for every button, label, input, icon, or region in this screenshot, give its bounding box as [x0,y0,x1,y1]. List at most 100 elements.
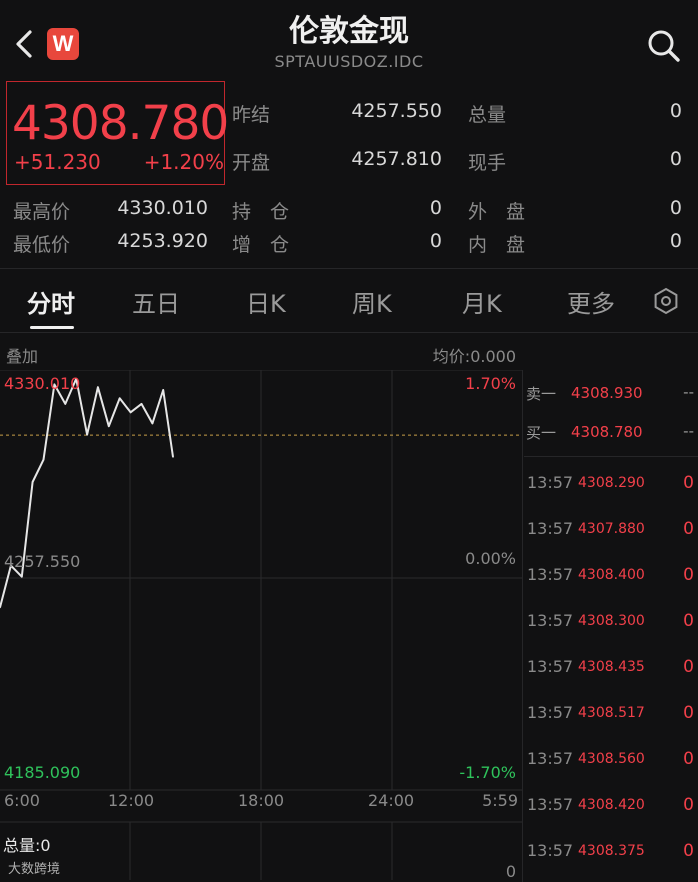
stat-label-outer-disk: 外 盘 [468,201,526,223]
trade-price: 4307.880 [578,521,645,537]
tab-monthly-k[interactable]: 月K [462,284,502,319]
x-axis-label: 12:00 [108,791,155,810]
page-title: 伦敦金现 [289,14,409,49]
y-axis-low-label: 4185.090 [4,763,81,782]
trade-volume: 0 [683,519,694,539]
stat-value-open: 4257.810 [351,148,442,170]
trade-row: 13:57 4308.435 0 [524,657,698,685]
settings-icon[interactable] [652,287,680,315]
trade-time: 13:57 [527,795,574,814]
price-point [129,411,132,414]
price-point [97,386,99,388]
y-axis-mid-label: 4257.550 [4,552,81,571]
stat-value-current-hand: 0 [669,148,682,170]
trade-price: 4308.517 [578,705,645,721]
stat-label-high: 最高价 [13,201,71,223]
stat-label-prev-settle: 昨结 [232,104,271,126]
price-change-pct: +1.20% [143,150,224,174]
stat-label-position-change: 增 仓 [232,234,290,256]
pct-high-label: 1.70% [465,374,516,393]
instrument-code: SPTAUUSDOZ.IDC [274,52,424,71]
trade-price: 4308.560 [578,751,645,767]
volume-axis-zero: 0 [505,862,516,881]
trade-time: 13:57 [527,519,574,538]
trade-time: 13:57 [527,611,574,630]
tab-daily-k[interactable]: 日K [246,284,286,319]
stat-value-high: 4330.010 [117,197,208,219]
stat-label-inner-disk: 内 盘 [468,234,526,256]
divider [0,268,698,269]
stat-label-low: 最低价 [13,234,71,256]
stat-value-prev-settle: 4257.550 [351,100,442,122]
trade-time: 13:57 [527,657,574,676]
stat-value-open-interest: 0 [429,197,442,219]
trade-row: 13:57 4308.560 0 [524,749,698,777]
bid-one-label: 买一 [526,424,557,442]
price-point [172,456,174,458]
avg-price-label: 均价:0.000 [432,347,516,366]
trade-price: 4308.290 [578,475,645,491]
trade-volume: 0 [683,795,694,815]
price-line-series [0,377,174,609]
price-point [151,422,154,425]
overlay-button[interactable]: 叠加 [6,343,38,367]
x-axis-label: 6:00 [4,791,40,810]
divider [0,332,698,333]
trade-time: 13:57 [527,841,574,860]
pct-low-label: -1.70% [459,763,516,782]
tab-five-day[interactable]: 五日 [132,284,180,319]
price-point [31,481,34,483]
tab-intraday[interactable]: 分时 [27,284,75,319]
trade-row: 13:57 4308.400 0 [524,565,698,593]
x-axis-label: 24:00 [368,791,415,810]
trade-row: 13:57 4308.290 0 [524,473,698,501]
tab-weekly-k[interactable]: 周K [352,284,392,319]
trade-row: 13:57 4308.420 0 [524,795,698,823]
price-line [0,377,174,608]
trade-price: 4308.300 [578,613,645,629]
trade-volume: 0 [683,657,694,677]
trade-row: 13:57 4307.880 0 [524,519,698,547]
trade-row: 13:57 4308.517 0 [524,703,698,731]
trade-price: 4308.375 [578,843,645,859]
x-axis-label: 5:59 [482,791,518,810]
bid-one-volume: -- [683,422,694,440]
stat-label-open-interest: 持 仓 [232,201,290,223]
price-point [118,397,121,400]
trade-volume: 0 [683,565,694,585]
trade-time: 13:57 [527,473,574,492]
trade-time: 13:57 [527,565,574,584]
stat-value-low: 4253.920 [117,230,208,252]
trade-time: 13:57 [527,749,574,768]
price-point [42,458,45,461]
tab-more[interactable]: 更多 [567,284,615,319]
trade-volume: 0 [683,703,694,723]
volume-total-label: 总量:0 [3,836,51,855]
price-change: +51.230 [14,150,101,174]
ask-one-volume: -- [683,383,694,401]
x-axis-label: 18:00 [238,791,285,810]
ask-one-price: 4308.930 [571,384,643,402]
trade-volume: 0 [683,841,694,861]
stat-label-total-volume: 总量 [468,104,507,126]
stat-label-open: 开盘 [232,152,271,174]
trade-volume: 0 [683,749,694,769]
last-price: 4308.780 [12,96,229,151]
price-point [162,389,164,391]
panel-divider [522,370,523,882]
search-icon[interactable] [646,28,682,64]
trade-price: 4308.435 [578,659,645,675]
trade-time: 13:57 [527,703,574,722]
pct-mid-label: 0.00% [465,549,516,568]
price-point [86,433,88,436]
stat-label-current-hand: 现手 [468,152,507,174]
watermark-text: 大数跨境 [8,862,61,877]
trade-volume: 0 [683,473,694,493]
trade-volume: 0 [683,611,694,631]
price-point [140,403,143,405]
active-tab-indicator [30,326,74,329]
trade-row: 13:57 4308.375 0 [524,841,698,869]
trade-price: 4308.420 [578,797,645,813]
trades-list[interactable]: 13:57 4308.290 0 13:57 4307.880 0 13:57 4308.40… [524,460,698,880]
stat-value-position-change: 0 [429,230,442,252]
